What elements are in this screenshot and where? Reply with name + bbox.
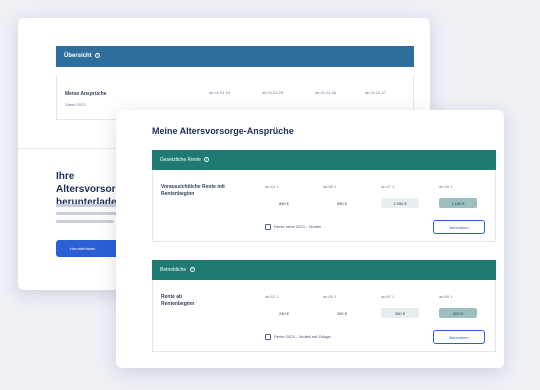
section-box-occupational: Rente ab Rentenbeginn ab 63 J. ab 65 J. … — [152, 280, 496, 352]
info-icon[interactable]: i — [204, 157, 210, 163]
value-cell: 950 € — [323, 198, 361, 208]
year-head-3: ab 01.01.26 — [315, 90, 337, 95]
year-head-2: ab 65 J. — [323, 294, 338, 299]
year-head-4: ab 69 J. — [439, 184, 454, 189]
checkbox-label: Rente ohne 2023 – Modell — [274, 224, 321, 230]
section-title: Gesetzliche Rente — [160, 157, 201, 163]
checkbox-label: Rente 2023 – Modell mit Zulage — [274, 334, 331, 340]
value-cell-highlighted: 1.150 € — [439, 198, 477, 208]
section-row-label: Rente ab Rentenbeginn — [161, 294, 195, 307]
value-cell-highlighted: 400 € — [439, 308, 477, 318]
value-cell: 850 € — [265, 198, 303, 208]
checkbox[interactable] — [265, 334, 271, 340]
checkbox[interactable] — [265, 224, 271, 230]
section-title: Betriebliche — [160, 267, 187, 273]
section-bar-occupational: Betriebliche i — [152, 260, 496, 280]
option-checkbox-row[interactable]: Rente 2023 – Modell mit Zulage — [265, 334, 331, 340]
body-text-line — [56, 220, 114, 223]
year-head-2: ab 65 J. — [323, 184, 338, 189]
body-text-line — [56, 204, 120, 207]
info-icon[interactable]: i — [189, 267, 195, 273]
calculate-button-label: Berechnen — [449, 335, 469, 340]
year-head-1: ab 63 J. — [265, 184, 280, 189]
year-head-1: ab 63 J. — [265, 294, 280, 299]
section-row-label: Voraussichtliche Rente mit Rentenbeginn — [161, 184, 225, 197]
calculate-button-label: Berechnen — [449, 225, 469, 230]
page-title: Meine Altersvorsorge-Ansprüche — [152, 126, 294, 136]
overview-row-label: Meine Ansprüche — [65, 91, 107, 97]
year-head-4: ab 69 J. — [439, 294, 454, 299]
value-cell: 250 € — [265, 308, 303, 318]
overview-section-title: Übersicht — [64, 53, 92, 60]
calculate-button[interactable]: Berechnen — [433, 220, 485, 234]
download-button-label: Herunterladen — [70, 246, 96, 251]
section-bar-statutory: Gesetzliche Rente i — [152, 150, 496, 170]
front-card: Meine Altersvorsorge-Ansprüche Gesetzlic… — [116, 110, 504, 368]
year-head-3: ab 67 J. — [381, 294, 396, 299]
section-box-statutory: Voraussichtliche Rente mit Rentenbeginn … — [152, 170, 496, 242]
value-cell: 350 € — [381, 308, 419, 318]
year-head-1: ab 01.01.24 — [209, 90, 231, 95]
overview-row-sub: Stand 2023 — [65, 102, 86, 107]
option-checkbox-row[interactable]: Rente ohne 2023 – Modell — [265, 224, 321, 230]
info-icon[interactable]: i — [95, 53, 101, 58]
value-cell: 300 € — [323, 308, 361, 318]
calculate-button[interactable]: Berechnen — [433, 330, 485, 344]
year-head-2: ab 01.01.25 — [262, 90, 284, 95]
year-head-4: ab 01.01.27 — [365, 90, 387, 95]
year-head-3: ab 67 J. — [381, 184, 396, 189]
value-cell: 1.050 € — [381, 198, 419, 208]
overview-section-bar: Übersicht i — [56, 46, 414, 67]
